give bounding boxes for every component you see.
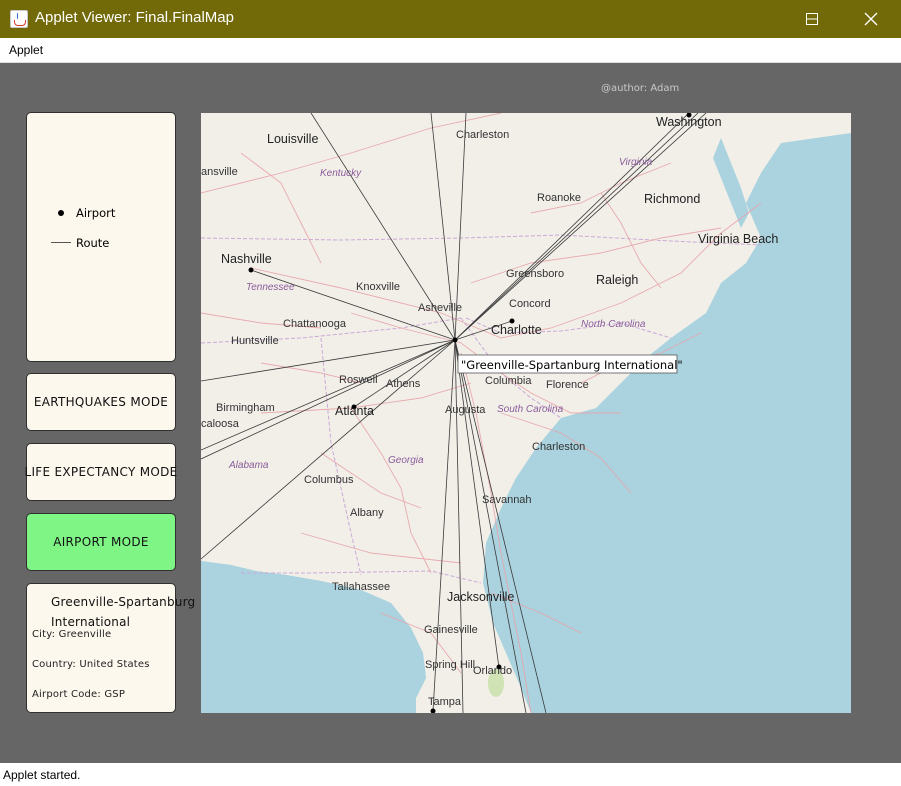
status-bar: Applet started. [0, 763, 901, 786]
map-label: Greensboro [506, 268, 564, 280]
applet-canvas: @author: Adam Airport Route EARTHQUAKES … [0, 63, 901, 763]
map-label: Huntsville [231, 335, 279, 347]
life-expectancy-mode-button[interactable]: LIFE EXPECTANCY MODE [24, 443, 177, 501]
close-button[interactable] [843, 0, 901, 38]
state-label: Virginia [619, 157, 653, 168]
map-label: Knoxville [356, 281, 400, 293]
pamlico-sound [749, 253, 771, 288]
map-label: Louisville [267, 132, 318, 146]
airport-name: Greenville-Spartanburg International [51, 595, 196, 629]
map-label: Florence [546, 379, 589, 391]
legend-route-label: Route [76, 236, 110, 250]
window-title: Applet Viewer: Final.FinalMap [35, 9, 234, 26]
map-label: Washington [656, 115, 722, 129]
map-label: Roswell [339, 374, 378, 386]
map-label: Charlotte [491, 323, 542, 337]
map-view[interactable]: Louisville Charleston Washington Richmon… [201, 113, 851, 713]
map-label: caloosa [201, 418, 240, 430]
map-label: Augusta [445, 404, 486, 416]
airport-dot-icon [58, 210, 64, 216]
airport-info-panel: Greenville-Spartanburg International Cit… [26, 583, 195, 713]
selected-airport-label: "Greenville-Spartanburg International" [461, 358, 683, 372]
menu-bar: Applet [0, 38, 901, 63]
map-label: Raleigh [596, 273, 638, 287]
map-label: Nashville [221, 252, 272, 266]
airport-marker [452, 337, 458, 343]
title-bar: Applet Viewer: Final.FinalMap [0, 0, 901, 38]
legend-panel: Airport Route [26, 112, 176, 362]
author-label: @author: Adam [601, 83, 680, 94]
map-label: Savannah [482, 494, 532, 506]
map-label: Concord [509, 298, 551, 310]
map-label: Asheville [418, 302, 462, 314]
map-label: Richmond [644, 192, 700, 206]
status-text: Applet started. [3, 768, 81, 782]
airport-code: Airport Code: GSP [32, 689, 126, 700]
map-label: ansville [201, 166, 238, 178]
java-icon [10, 10, 28, 28]
state-label: Tennessee [246, 282, 295, 293]
map-label: Albany [350, 507, 384, 519]
state-label: North Carolina [581, 319, 646, 330]
close-icon [864, 12, 878, 26]
legend-airport-label: Airport [76, 206, 116, 220]
airport-mode-button[interactable]: AIRPORT MODE [26, 513, 176, 571]
map-label: Jacksonville [447, 590, 514, 604]
map-label: Chattanooga [283, 318, 347, 330]
map-label: Orlando [473, 665, 512, 677]
map-label: Charleston [456, 129, 509, 141]
map-label: Atlanta [335, 404, 374, 418]
earthquakes-mode-button[interactable]: EARTHQUAKES MODE [26, 373, 176, 431]
maximize-button-area[interactable] [782, 0, 840, 38]
state-label: Kentucky [320, 168, 362, 179]
map-label: Columbus [304, 474, 354, 486]
state-label: Georgia [388, 455, 424, 466]
airport-marker [248, 267, 254, 273]
map-label: Tampa [428, 696, 462, 708]
map-label: Gainesville [424, 624, 478, 636]
map-label: Virginia Beach [698, 232, 778, 246]
map-label: Roanoke [537, 192, 581, 204]
map-drawing: Louisville Charleston Washington Richmon… [201, 113, 851, 713]
map-label: Tallahassee [332, 581, 390, 593]
airport-country: Country: United States [32, 659, 150, 670]
map-label: Columbia [485, 375, 532, 387]
menu-item-applet[interactable]: Applet [9, 43, 43, 57]
map-label: Charleston [532, 441, 585, 453]
route-line-icon [51, 242, 71, 243]
state-label: South Carolina [497, 404, 564, 415]
map-label: Spring Hill [425, 659, 475, 671]
map-label: Athens [386, 378, 421, 390]
state-label: Alabama [228, 460, 269, 471]
airport-city: City: Greenville [32, 629, 112, 640]
map-label: Birmingham [216, 402, 275, 414]
